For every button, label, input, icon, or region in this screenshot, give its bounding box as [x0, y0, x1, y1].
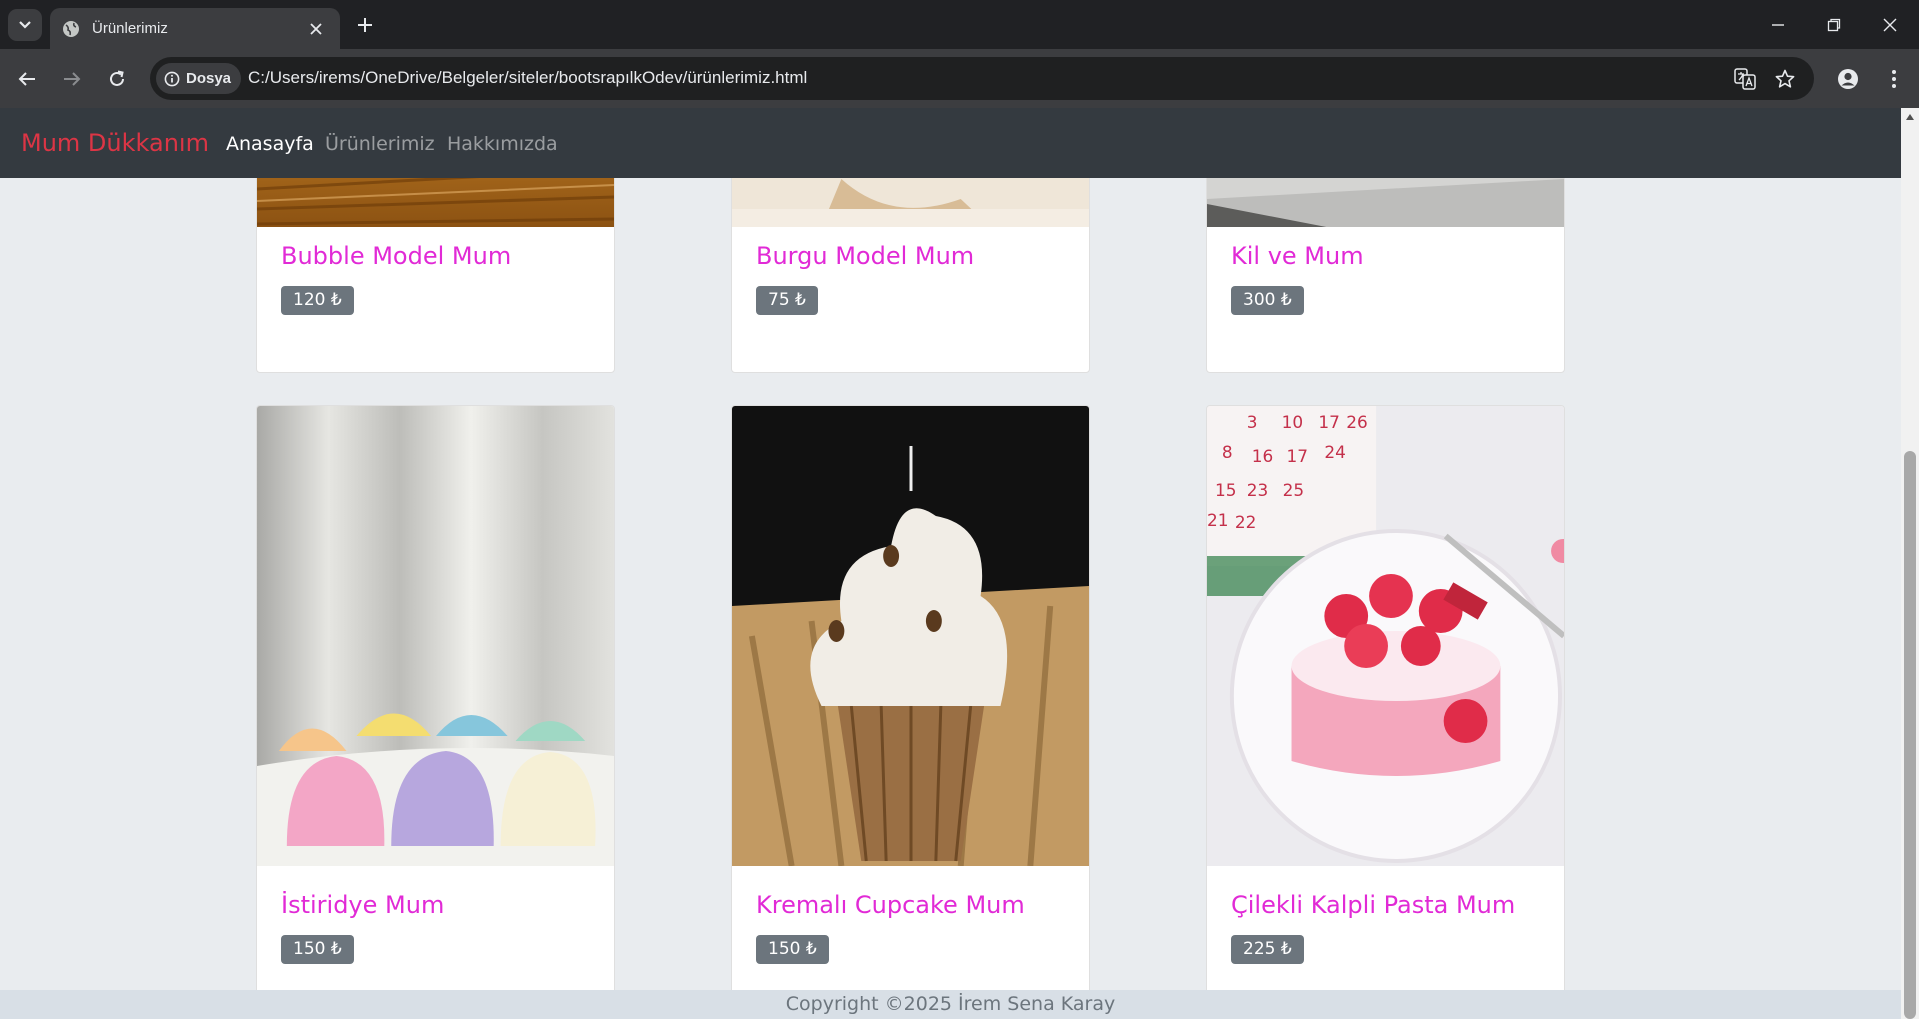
svg-text:21: 21 — [1207, 510, 1229, 530]
site-brand[interactable]: Mum Dükkanım — [21, 129, 209, 157]
product-title[interactable]: Bubble Model Mum — [281, 242, 511, 270]
close-icon — [1883, 18, 1897, 31]
svg-text:25: 25 — [1283, 480, 1305, 500]
svg-text:8: 8 — [1222, 442, 1233, 462]
product-card[interactable]: Kremalı Cupcake Mum 150 ₺ — [731, 405, 1090, 1005]
product-image — [257, 406, 614, 866]
arrow-right-icon — [64, 72, 81, 86]
price-badge: 75 ₺ — [756, 286, 818, 315]
page-footer: Copyright ©2025 İrem Sena Karay — [0, 990, 1901, 1019]
scrollbar-thumb[interactable] — [1904, 451, 1916, 1019]
reload-icon — [110, 70, 124, 86]
plus-icon — [358, 18, 372, 32]
page-viewport: Mum Dükkanım Anasayfa Ürünlerimiz Hakkım… — [0, 108, 1919, 1019]
forward-button[interactable] — [56, 63, 88, 95]
svg-text:16: 16 — [1252, 446, 1274, 466]
product-title[interactable]: Kil ve Mum — [1231, 242, 1364, 270]
price-badge: 300 ₺ — [1231, 286, 1304, 315]
close-tab-icon[interactable] — [304, 17, 328, 41]
price-badge: 120 ₺ — [281, 286, 354, 315]
svg-text:24: 24 — [1324, 442, 1346, 462]
svg-text:23: 23 — [1247, 480, 1269, 500]
tab-search-button[interactable] — [8, 9, 42, 41]
menu-button[interactable] — [1878, 63, 1910, 95]
price-badge: 150 ₺ — [281, 935, 354, 964]
product-title[interactable]: Çilekli Kalpli Pasta Mum — [1231, 891, 1515, 919]
tab-title: Ürünlerimiz — [92, 20, 168, 37]
price-badge: 225 ₺ — [1231, 935, 1304, 964]
browser-toolbar: Dosya C:/Users/irems/OneDrive/Belgeler/s… — [0, 49, 1919, 108]
svg-text:15: 15 — [1215, 480, 1237, 500]
site-chip-label: Dosya — [186, 70, 232, 87]
arrow-left-icon — [18, 72, 35, 86]
url-text[interactable]: C:/Users/irems/OneDrive/Belgeler/siteler… — [248, 68, 807, 88]
page-scrollbar[interactable] — [1901, 108, 1919, 1019]
back-button[interactable] — [11, 63, 43, 95]
svg-text:26: 26 — [1346, 412, 1368, 432]
reload-button[interactable] — [101, 63, 133, 95]
nav-link-anasayfa[interactable]: Anasayfa — [226, 133, 314, 155]
svg-text:22: 22 — [1235, 512, 1257, 532]
new-tab-button[interactable] — [350, 12, 380, 38]
site-navbar: Mum Dükkanım Anasayfa Ürünlerimiz Hakkım… — [0, 108, 1901, 178]
svg-text:3: 3 — [1247, 412, 1258, 432]
svg-text:17: 17 — [1287, 446, 1309, 466]
nav-link-urunlerimiz[interactable]: Ürünlerimiz — [325, 133, 435, 155]
minimize-button[interactable] — [1750, 0, 1806, 49]
site-info-chip[interactable]: Dosya — [156, 63, 242, 94]
more-vert-icon — [1892, 70, 1896, 88]
restore-button[interactable] — [1806, 0, 1862, 49]
profile-button[interactable] — [1832, 63, 1864, 95]
product-card[interactable]: İstiridye Mum 150 ₺ — [256, 405, 615, 1005]
info-icon — [164, 71, 180, 86]
browser-tab-active[interactable]: Ürünlerimiz — [50, 8, 340, 49]
address-bar[interactable]: Dosya C:/Users/irems/OneDrive/Belgeler/s… — [150, 57, 1814, 100]
product-title[interactable]: Kremalı Cupcake Mum — [756, 891, 1025, 919]
product-image — [732, 406, 1089, 866]
price-badge: 150 ₺ — [756, 935, 829, 964]
svg-text:10: 10 — [1282, 412, 1304, 432]
product-title[interactable]: Burgu Model Mum — [756, 242, 974, 270]
account-icon — [1838, 69, 1858, 89]
restore-icon — [1827, 18, 1841, 31]
globe-icon — [62, 20, 80, 38]
scroll-up-arrow-icon[interactable] — [1906, 114, 1914, 120]
product-title[interactable]: İstiridye Mum — [281, 891, 444, 919]
translate-icon[interactable] — [1732, 66, 1758, 92]
chevron-down-icon — [19, 21, 31, 29]
close-window-button[interactable] — [1862, 0, 1918, 49]
minimize-icon — [1772, 23, 1784, 26]
svg-text:17: 17 — [1318, 412, 1340, 432]
bookmark-star-icon[interactable] — [1772, 66, 1798, 92]
browser-tabstrip: Ürünlerimiz — [0, 0, 1919, 49]
nav-link-hakkimizda[interactable]: Hakkımızda — [447, 133, 558, 155]
product-image: 3 10 17 26 8 16 17 24 15 23 25 21 22 — [1207, 406, 1564, 866]
copyright-text: Copyright ©2025 İrem Sena Karay — [785, 993, 1116, 1015]
product-card[interactable]: 3 10 17 26 8 16 17 24 15 23 25 21 22 Çilekli Kalp… — [1206, 405, 1565, 1005]
